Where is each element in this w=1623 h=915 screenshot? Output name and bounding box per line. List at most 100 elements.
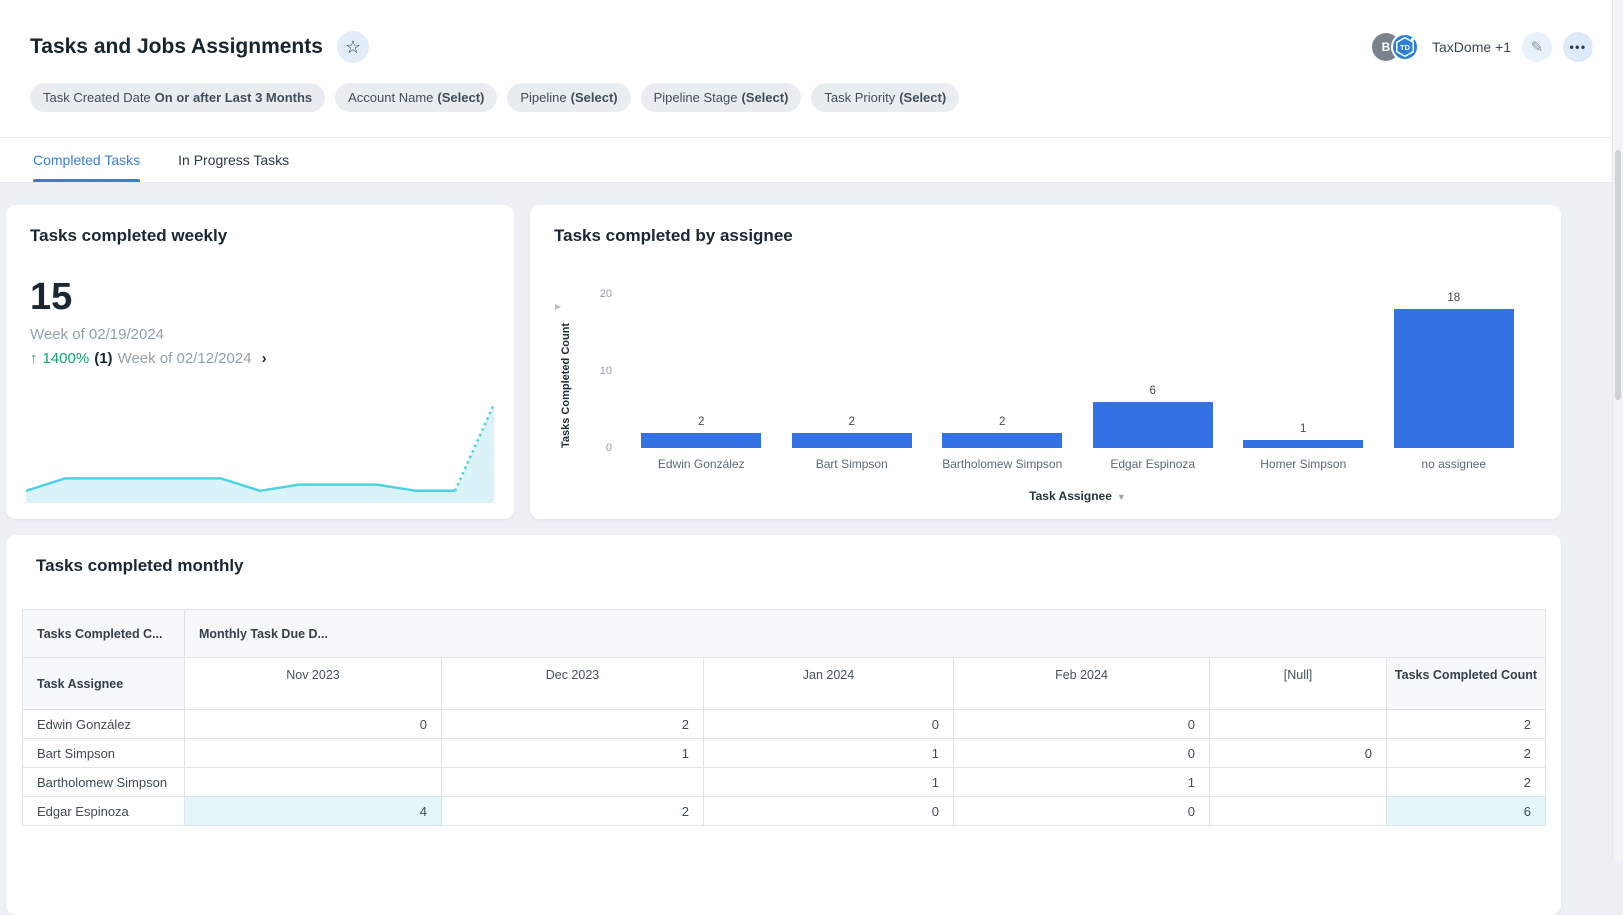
value-cell[interactable] [1210, 710, 1387, 739]
column-group-header: Monthly Task Due D... [185, 610, 1546, 658]
value-cell[interactable]: 1 [704, 768, 954, 797]
value-cell[interactable]: 4 [185, 797, 442, 826]
value-cell[interactable] [185, 768, 442, 797]
edit-button[interactable]: ✎ [1522, 32, 1552, 62]
table-row: Bartholomew Simpson 11 2 [23, 768, 1546, 797]
column-header: Nov 2023 [185, 658, 442, 710]
value-cell[interactable]: 0 [954, 797, 1210, 826]
value-cell[interactable]: 0 [954, 739, 1210, 768]
value-cell[interactable] [442, 768, 704, 797]
value-cell[interactable]: 1 [442, 739, 704, 768]
kpi-value: 15 [30, 278, 490, 316]
value-cell[interactable]: 1 [704, 739, 954, 768]
monthly-card-title: Tasks completed monthly [36, 556, 1545, 576]
value-cell[interactable]: 0 [704, 710, 954, 739]
y-axis-ticks: 01020 [582, 294, 618, 448]
bar[interactable]: 2 [641, 433, 761, 448]
filter-chip[interactable]: Pipeline(Select) [507, 83, 630, 112]
assignee-cell: Edwin González [23, 710, 185, 739]
owners-label: TaxDome +1 [1432, 39, 1511, 55]
value-cell[interactable]: 1 [954, 768, 1210, 797]
bar[interactable]: 2 [792, 433, 912, 448]
tab-in-progress-tasks[interactable]: In Progress Tasks [178, 138, 289, 182]
bar-value-label: 2 [641, 416, 761, 428]
weekly-card-title: Tasks completed weekly [30, 226, 490, 246]
tab-bar: Completed Tasks In Progress Tasks [0, 137, 1623, 183]
value-cell[interactable]: 2 [442, 710, 704, 739]
weekly-kpi-card: Tasks completed weekly 15 Week of 02/19/… [6, 205, 514, 519]
scrollbar-thumb[interactable] [1615, 150, 1621, 400]
weekly-sparkline[interactable] [26, 385, 494, 503]
filter-label: Pipeline [520, 90, 566, 105]
value-cell[interactable] [185, 739, 442, 768]
bar-group[interactable]: 18 [1379, 294, 1530, 448]
x-axis-title[interactable]: Task Assignee▼ [626, 489, 1529, 503]
svg-text:TD: TD [1400, 43, 1411, 52]
value-cell[interactable]: 2 [442, 797, 704, 826]
assignee-cell: Bartholomew Simpson [23, 768, 185, 797]
bar-group[interactable]: 6 [1078, 294, 1229, 448]
column-header: Jan 2024 [704, 658, 954, 710]
table-row: Bart Simpson11002 [23, 739, 1546, 768]
bar-value-label: 2 [942, 416, 1062, 428]
column-header: [Null] [1210, 658, 1387, 710]
avatar-group: B TD [1372, 33, 1419, 61]
value-cell[interactable] [1210, 768, 1387, 797]
value-cell[interactable]: 0 [954, 710, 1210, 739]
y-axis-title: Tasks Completed Count [560, 294, 572, 448]
ellipsis-icon: ••• [1569, 40, 1586, 54]
filter-chip[interactable]: Pipeline Stage(Select) [641, 83, 802, 112]
bar[interactable]: 6 [1093, 402, 1213, 448]
avatar-taxdome[interactable]: TD [1391, 33, 1419, 61]
bar[interactable]: 2 [942, 433, 1062, 448]
x-axis-category-labels: Edwin GonzálezBart SimpsonBartholomew Si… [626, 457, 1529, 471]
assignee-bars-plot: 2 2 2 6 1 18 [626, 294, 1529, 448]
column-header: Task Assignee [23, 658, 185, 710]
page-title: Tasks and Jobs Assignments [30, 35, 323, 59]
monthly-pivot-table: Tasks Completed C...Monthly Task Due D..… [22, 609, 1546, 826]
favorite-button[interactable]: ☆ [337, 31, 369, 63]
chevron-right-icon[interactable]: › [262, 350, 267, 367]
bar-category-label: Edgar Espinoza [1078, 457, 1229, 471]
bar-group[interactable]: 2 [927, 294, 1078, 448]
bar-value-label: 2 [792, 416, 912, 428]
value-cell[interactable]: 0 [704, 797, 954, 826]
bar-value-label: 18 [1394, 292, 1514, 304]
filter-chip[interactable]: Task Created DateOn or after Last 3 Mont… [30, 83, 325, 112]
caret-down-icon: ▼ [1117, 492, 1126, 502]
axis-expand-icon[interactable]: ▶ [555, 302, 561, 311]
value-cell[interactable] [1210, 797, 1387, 826]
bar[interactable]: 18 [1394, 309, 1514, 448]
kpi-change-row: ↑ 1400% (1) Week of 02/12/2024 › [30, 350, 490, 367]
filter-value: (Select) [437, 90, 484, 105]
y-tick-label: 0 [606, 442, 612, 454]
assignee-cell: Bart Simpson [23, 739, 185, 768]
bar-group[interactable]: 1 [1228, 294, 1379, 448]
assignee-card-title: Tasks completed by assignee [554, 226, 1537, 246]
y-tick-label: 20 [600, 288, 612, 300]
scrollbar-track[interactable] [1612, 0, 1623, 861]
bar[interactable]: 1 [1243, 440, 1363, 448]
value-cell[interactable]: 2 [1387, 739, 1546, 768]
column-header: Feb 2024 [954, 658, 1210, 710]
filter-chip[interactable]: Account Name(Select) [335, 83, 497, 112]
bar-category-label: Homer Simpson [1228, 457, 1379, 471]
more-options-button[interactable]: ••• [1563, 32, 1593, 62]
bar-category-label: Bart Simpson [777, 457, 928, 471]
trend-up-icon: ↑ [30, 350, 38, 367]
value-cell[interactable]: 2 [1387, 768, 1546, 797]
pencil-icon: ✎ [1531, 38, 1544, 56]
bar-group[interactable]: 2 [626, 294, 777, 448]
value-cell[interactable]: 0 [1210, 739, 1387, 768]
value-cell[interactable]: 6 [1387, 797, 1546, 826]
value-cell[interactable]: 2 [1387, 710, 1546, 739]
value-cell[interactable]: 0 [185, 710, 442, 739]
assignee-cell: Edgar Espinoza [23, 797, 185, 826]
change-percent: 1400% [43, 350, 90, 367]
filter-value: On or after Last 3 Months [155, 90, 312, 105]
bar-group[interactable]: 2 [777, 294, 928, 448]
tab-completed-tasks[interactable]: Completed Tasks [33, 138, 140, 182]
previous-value: (1) [94, 350, 112, 367]
filter-chip[interactable]: Task Priority(Select) [811, 83, 959, 112]
filter-bar: Task Created DateOn or after Last 3 Mont… [30, 68, 1593, 137]
